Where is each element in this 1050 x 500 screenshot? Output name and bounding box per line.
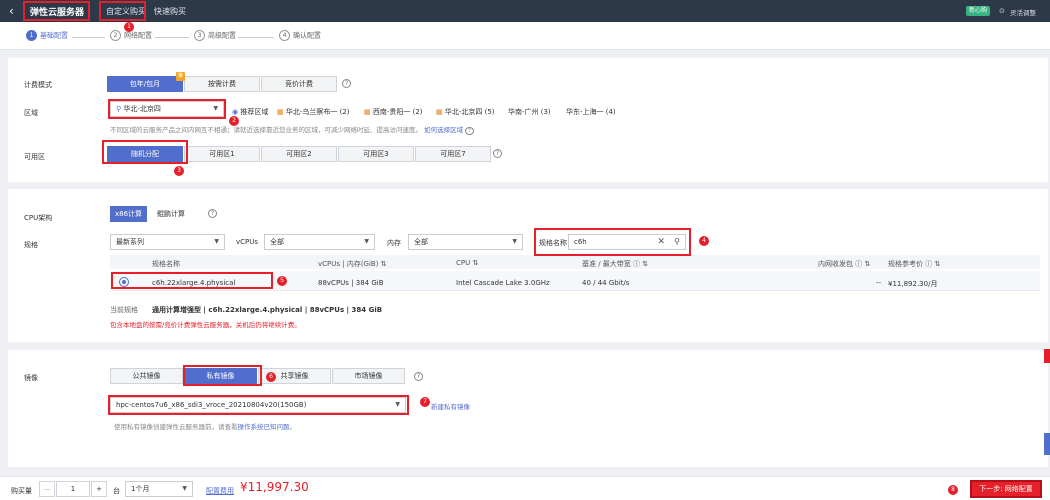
cell-cpu: Intel Cascade Lake 3.0GHz [456,279,550,287]
new-badge: 新心购 [966,6,991,16]
highlight-box [99,1,146,21]
billing-option-monthly[interactable]: 包年/包月 [107,76,183,92]
highlight-box [102,140,188,164]
flexible-adjust-link[interactable]: 灵活调整 [1010,7,1036,17]
series-select[interactable]: 最新系列 ▼ [110,234,225,250]
marker-3: 3 [174,166,184,176]
caret-down-icon: ▼ [512,238,517,245]
cpu-option-x86[interactable]: x86计算 [110,206,147,222]
region-note: 不同区域的云服务产品之间内网互不相通；请就近选择靠近您业务的区域，可减少网络时延… [110,124,474,135]
vcpus-label: vCPUs [236,238,259,246]
duration-select[interactable]: 1个月 ▼ [125,481,193,497]
check-circle-icon: ⊙ [999,7,1005,15]
quantity-plus-button[interactable]: + [91,481,107,497]
az-option-7[interactable]: 可用区7 [415,146,491,162]
marker-8: 8 [948,485,958,495]
step-1[interactable]: 1 基础配置 [26,30,68,41]
side-feedback-tab[interactable] [1044,349,1050,363]
quantity-minus-button[interactable]: — [39,481,55,497]
help-icon[interactable]: ? [493,149,502,158]
current-spec-value: 通用计算增强型 | c6h.22xlarge.4.physical | 88vC… [152,306,383,314]
zone-tab-shanghai[interactable]: 华东-上海一 (4) [566,107,616,117]
total-fee: ¥11,997.30 [240,480,309,494]
marker-6: 6 [266,372,276,382]
step-4[interactable]: 4 确认配置 [279,30,321,41]
current-spec-label: 当前规格 [110,306,138,314]
col-spec-name: 规格名称 [152,260,180,268]
marker-2: 2 [229,116,239,126]
az-option-1[interactable]: 可用区1 [184,146,260,162]
step-3[interactable]: 3 高级配置 [194,30,236,41]
unit-label: 台 [113,487,120,495]
create-private-image-link[interactable]: 新建私有镜像 [431,401,470,411]
caret-down-icon: ▼ [182,485,187,492]
wizard-steps: 1 基础配置 2 网络配置 3 高级配置 4 确认配置 [0,22,1050,50]
help-icon[interactable]: ? [208,209,217,218]
cell-price: ¥11,892.30/月 [888,280,938,288]
image-note: 使用私有镜像创建弹性云服务器前，请查看操作系统已知问题。 [114,423,296,431]
image-label: 镜像 [24,374,38,382]
highlight-box [111,272,273,289]
recommend-region[interactable]: ◉ 推荐区域 [232,107,268,117]
step-2[interactable]: 2 网络配置 [110,30,152,41]
highlight-box [534,228,691,256]
chevron-left-icon[interactable]: ‹ [9,4,14,18]
quantity-input[interactable]: 1 [56,481,90,497]
cpu-arch-label: CPU架构 [24,214,53,222]
memory-label: 内存 [387,239,401,247]
zone-tab-guangzhou[interactable]: 华南-广州 (3) [508,107,551,117]
zone-tab-wulanchabu[interactable]: ▦ 华北-乌兰察布一 (2) [277,107,350,117]
marker-5: 5 [277,276,287,286]
region-label: 区域 [24,109,38,117]
quantity-label: 购买量 [11,487,32,495]
marker-7: 7 [420,397,430,407]
image-tab-market[interactable]: 市场镜像 [332,368,405,384]
marker-4: 4 [699,236,709,246]
tab-quick-purchase[interactable]: 快速购买 [154,6,186,17]
cell-pps: -- [876,279,882,287]
billing-option-ondemand[interactable]: 按需计费 [184,76,260,92]
top-bar: ‹ 弹性云服务器 自定义购买 快速购买 新心购 ⊙ 灵活调整 [0,0,1050,22]
col-cpu[interactable]: CPU ⇅ [456,259,478,267]
spec-label: 规格 [24,241,38,249]
zone-tab-guiyang[interactable]: ▦ 西南-贵阳一 (2) [364,107,423,117]
highlight-box [108,99,226,119]
caret-down-icon: ▼ [214,238,219,245]
col-price[interactable]: 规格参考价 ⓘ ⇅ [888,259,940,269]
recommend-tag: 推 [176,72,186,81]
billing-warning: 包含本地盘的按需/竞价计费弹性云服务器，关机后仍将继续计费。 [110,321,301,329]
col-bandwidth[interactable]: 基准 / 最大带宽 ⓘ ⇅ [582,259,648,269]
cell-bandwidth: 40 / 44 Gbit/s [582,279,630,287]
billing-label: 计费模式 [24,81,52,89]
az-label: 可用区 [24,153,45,161]
billing-option-spot[interactable]: 竞价计费 [261,76,337,92]
side-float-tab[interactable] [1044,433,1050,455]
highlight-box [23,1,90,21]
image-tab-public[interactable]: 公共镜像 [110,368,183,384]
marker-1: 1 [124,22,134,32]
cell-vcpus-mem: 88vCPUs | 384 GiB [318,279,384,287]
zone-tab-beijing4[interactable]: ▦ 华北-北京四 (5) [436,107,495,117]
highlight-box [183,365,262,386]
help-icon[interactable]: ? [414,372,423,381]
memory-select[interactable]: 全部 ▼ [408,234,523,250]
vcpus-select[interactable]: 全部 ▼ [264,234,375,250]
help-icon[interactable]: ? [342,79,351,88]
fee-label[interactable]: 配置费用 [206,486,234,496]
az-option-2[interactable]: 可用区2 [261,146,337,162]
col-vcpus-mem[interactable]: vCPUs | 内存(GiB) ⇅ [318,259,387,269]
highlight-box [108,395,409,415]
az-option-3[interactable]: 可用区3 [338,146,414,162]
caret-down-icon: ▼ [364,238,369,245]
next-network-config-button[interactable]: 下一步: 网络配置 [970,480,1042,498]
cpu-option-kunpeng[interactable]: 鲲鹏计算 [150,206,192,222]
col-pps[interactable]: 内网收发包 ⓘ ⇅ [818,259,870,269]
